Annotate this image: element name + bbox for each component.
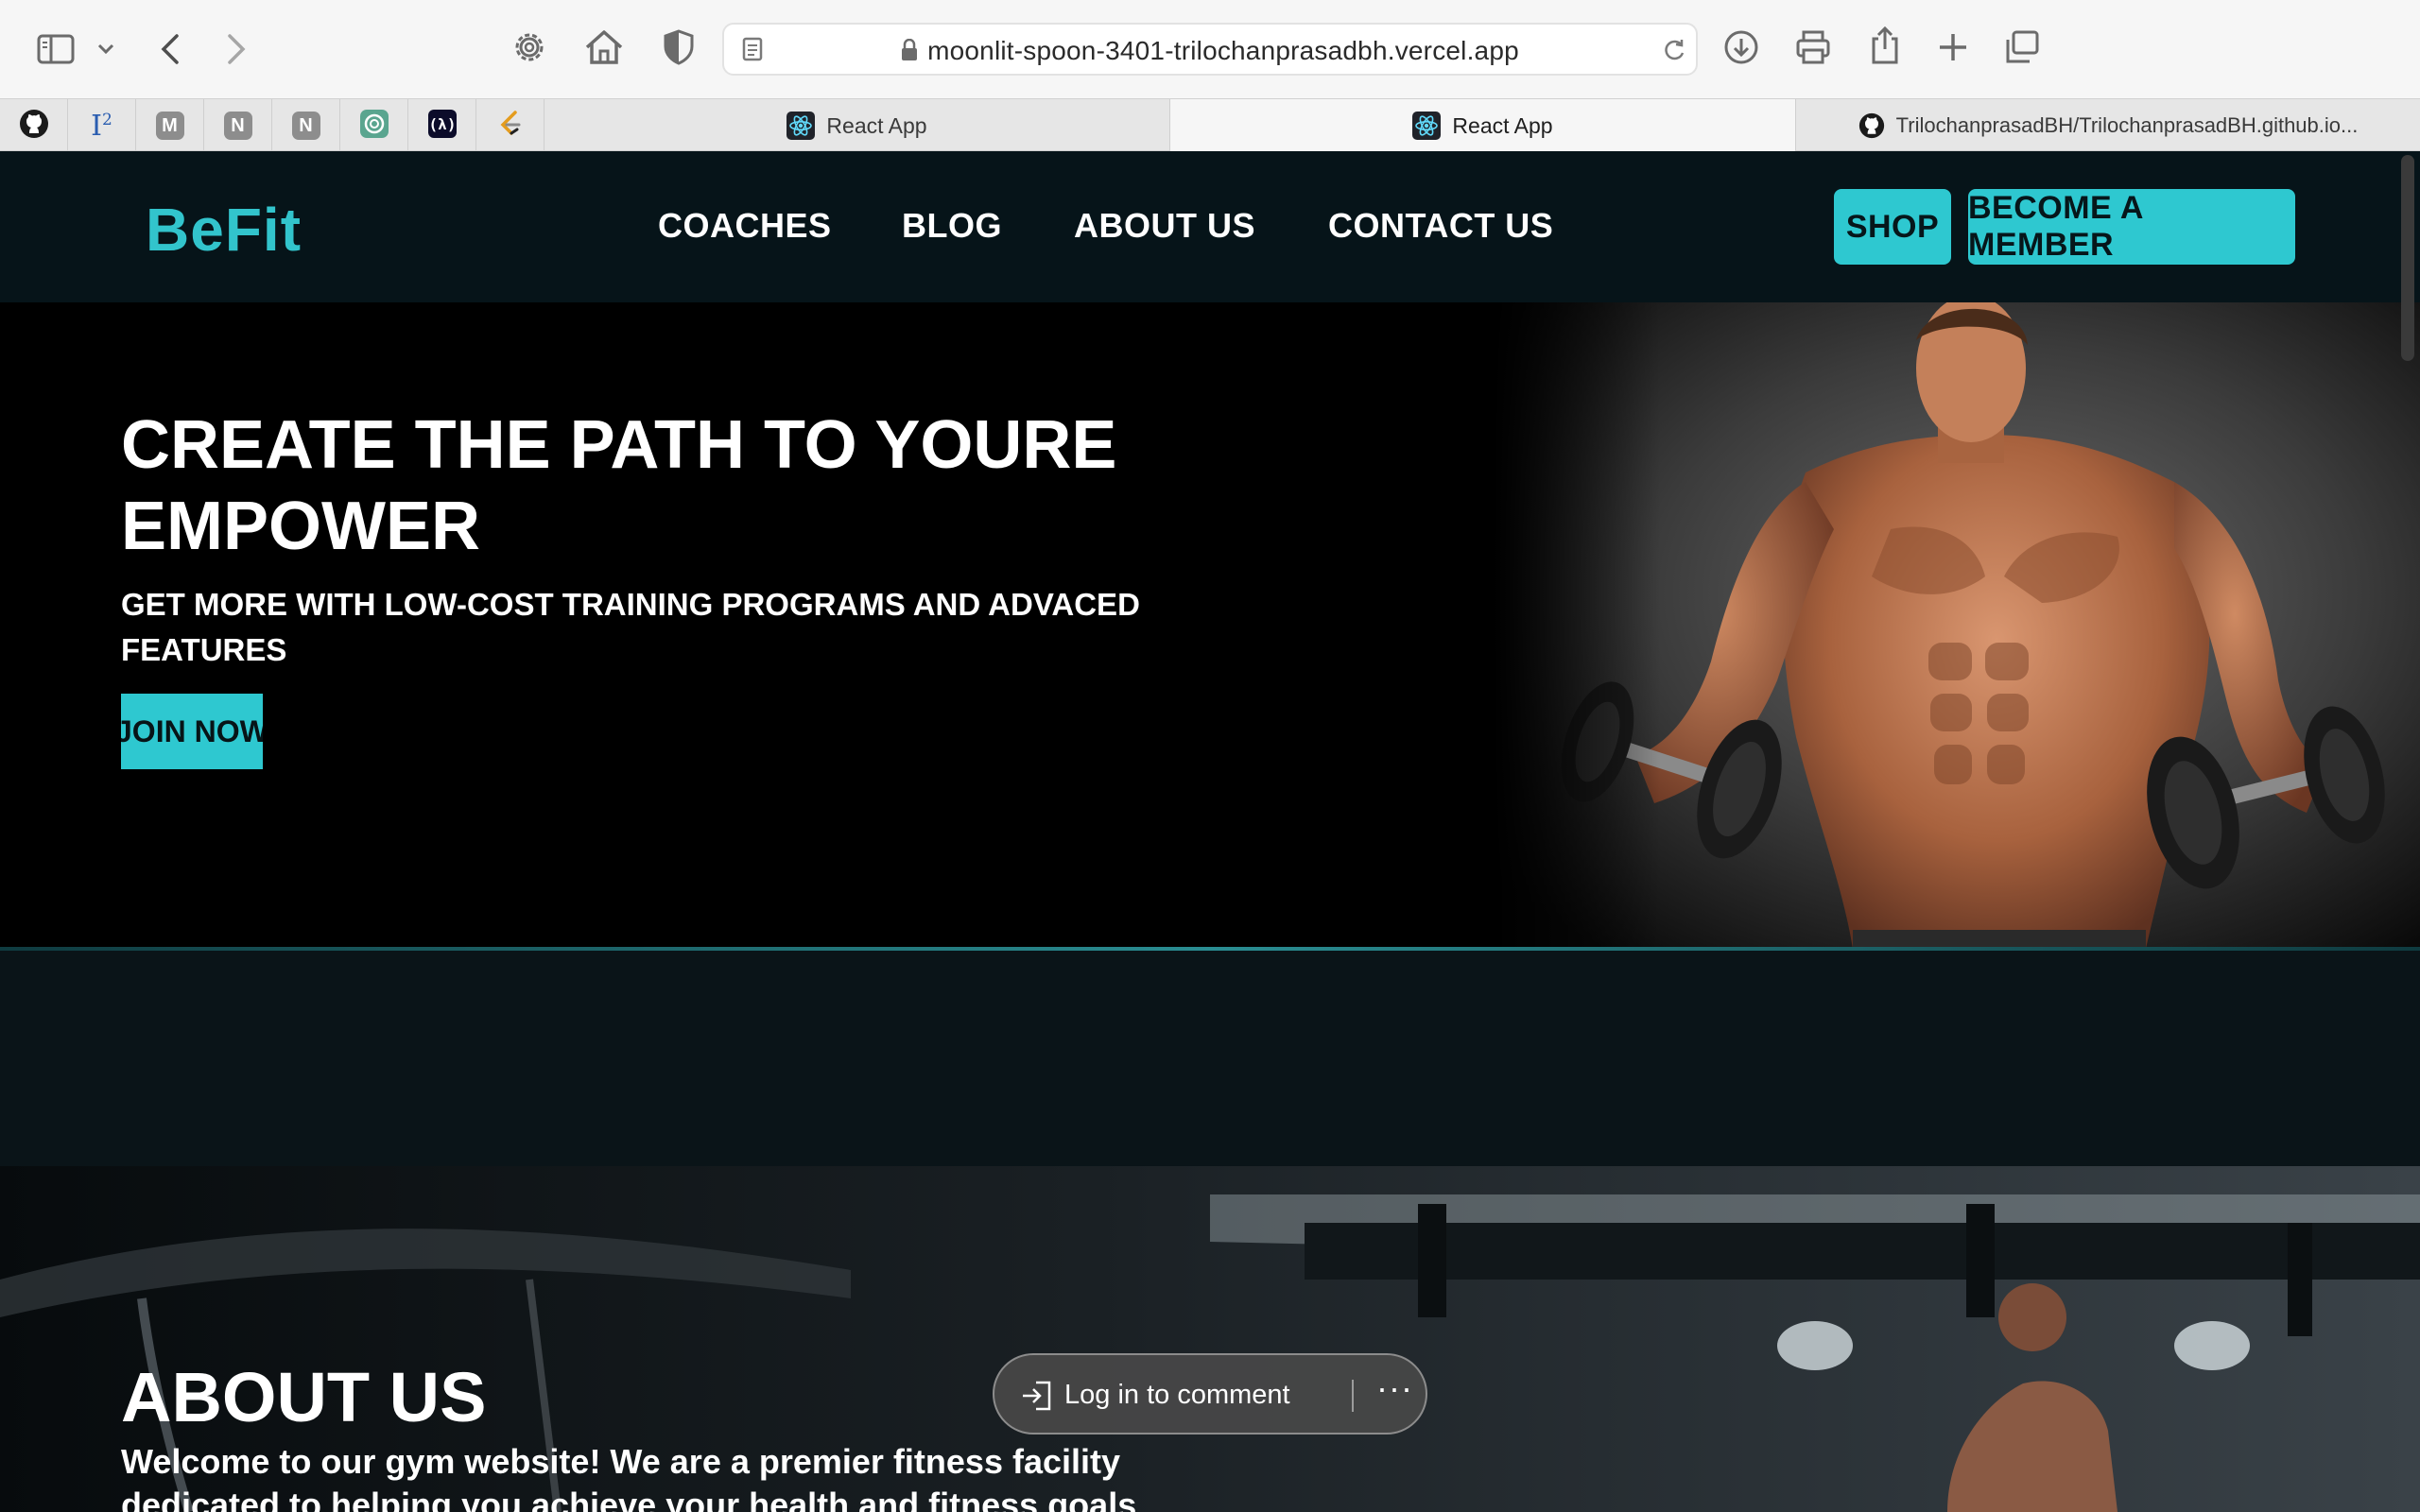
site-logo[interactable]: BeFit bbox=[146, 195, 302, 265]
reload-icon[interactable] bbox=[1660, 36, 1688, 64]
gear-icon[interactable] bbox=[509, 26, 550, 68]
privacy-shield-icon[interactable] bbox=[660, 26, 698, 68]
tab-github-repo[interactable]: TrilochanprasadBH/TrilochanprasadBH.gith… bbox=[1796, 99, 2420, 152]
url-text: moonlit-spoon-3401-trilochanprasadbh.ver… bbox=[724, 36, 1696, 68]
tab-title: React App bbox=[826, 112, 927, 138]
pinned-i-label: I bbox=[91, 109, 103, 143]
hero-subtitle: GET MORE WITH LOW-COST TRAINING PROGRAMS… bbox=[121, 587, 1140, 667]
pill-divider bbox=[1352, 1380, 1354, 1412]
svg-text:(λ): (λ) bbox=[428, 115, 456, 133]
lock-icon bbox=[901, 38, 918, 68]
about-title: ABOUT US bbox=[121, 1358, 487, 1436]
nav-link-coaches[interactable]: COACHES bbox=[658, 206, 832, 246]
sidebar-toggle-icon[interactable] bbox=[34, 28, 78, 70]
github-icon bbox=[19, 109, 49, 144]
login-icon[interactable] bbox=[1019, 1380, 1053, 1419]
m-letter-icon: M bbox=[155, 112, 184, 140]
url-value: moonlit-spoon-3401-trilochanprasadbh.ver… bbox=[927, 36, 1519, 65]
n-letter-icon: N bbox=[223, 112, 252, 140]
nav-link-about-us[interactable]: ABOUT US bbox=[1074, 206, 1255, 246]
hero-title: CREATE THE PATH TO YOURE EMPOWER bbox=[121, 407, 1117, 564]
tab-react-app-1[interactable]: React App bbox=[544, 99, 1170, 152]
page-scrollbar[interactable] bbox=[2401, 155, 2414, 361]
github-icon bbox=[1858, 112, 1885, 139]
pinned-tab-github[interactable] bbox=[0, 99, 68, 152]
hero-athlete-image bbox=[1494, 302, 2420, 949]
tab-title: React App bbox=[1452, 112, 1553, 138]
tab-overview-icon[interactable] bbox=[2002, 28, 2042, 66]
join-now-button[interactable]: JOIN NOW bbox=[121, 694, 263, 769]
tab-title: TrilochanprasadBH/TrilochanprasadBH.gith… bbox=[1895, 113, 2359, 137]
leetcode-icon bbox=[496, 109, 525, 144]
nav-link-blog[interactable]: BLOG bbox=[902, 206, 1002, 246]
pinned-tab-i2[interactable]: I2 bbox=[68, 99, 136, 152]
pinned-tab-n1[interactable]: N bbox=[204, 99, 272, 152]
comment-pill: Log in to comment ··· bbox=[993, 1353, 1427, 1435]
tab-react-app-2[interactable]: React App bbox=[1170, 99, 1796, 152]
become-member-button[interactable]: BECOME A MEMBER bbox=[1968, 189, 2295, 265]
print-icon[interactable] bbox=[1792, 26, 1834, 68]
chevron-down-icon[interactable] bbox=[95, 38, 117, 60]
tab-bar: I2 M N N (λ) React App React App Triloch… bbox=[0, 98, 2420, 152]
back-icon[interactable] bbox=[151, 28, 189, 70]
pinned-tab-chatgpt[interactable] bbox=[340, 99, 408, 152]
address-bar[interactable]: moonlit-spoon-3401-trilochanprasadbh.ver… bbox=[722, 23, 1698, 76]
login-to-comment-button[interactable]: Log in to comment bbox=[1064, 1380, 1290, 1411]
browser-toolbar: moonlit-spoon-3401-trilochanprasadbh.ver… bbox=[0, 0, 2420, 98]
share-icon[interactable] bbox=[1866, 23, 1904, 68]
n-letter-icon: N bbox=[291, 112, 320, 140]
home-icon[interactable] bbox=[582, 26, 626, 68]
web-page: BeFit COACHES BLOG ABOUT US CONTACT US S… bbox=[0, 151, 2420, 1512]
pinned-tab-code[interactable]: (λ) bbox=[408, 99, 476, 152]
new-tab-icon[interactable] bbox=[1934, 28, 1972, 66]
join-now-label: JOIN NOW bbox=[121, 713, 263, 748]
pinned-tab-n2[interactable]: N bbox=[272, 99, 340, 152]
more-options-icon[interactable]: ··· bbox=[1376, 1368, 1413, 1408]
forward-icon[interactable] bbox=[217, 28, 255, 70]
site-navbar: BeFit COACHES BLOG ABOUT US CONTACT US S… bbox=[0, 151, 2420, 302]
pinned-tab-m[interactable]: M bbox=[136, 99, 204, 152]
code-bracket-icon: (λ) bbox=[427, 109, 458, 144]
pinned-tab-leetcode[interactable] bbox=[476, 99, 544, 152]
about-text: Welcome to our gym website! We are a pre… bbox=[121, 1442, 1137, 1512]
shop-button[interactable]: SHOP bbox=[1834, 189, 1951, 265]
download-icon[interactable] bbox=[1720, 26, 1762, 68]
nav-link-contact-us[interactable]: CONTACT US bbox=[1328, 206, 1553, 246]
empty-band-section bbox=[0, 951, 2420, 1166]
chatgpt-icon bbox=[359, 109, 389, 144]
i-squared-icon: I2 bbox=[91, 110, 112, 143]
react-icon bbox=[1412, 112, 1442, 140]
react-icon bbox=[786, 112, 816, 140]
pinned-i-sup: 2 bbox=[102, 110, 112, 129]
